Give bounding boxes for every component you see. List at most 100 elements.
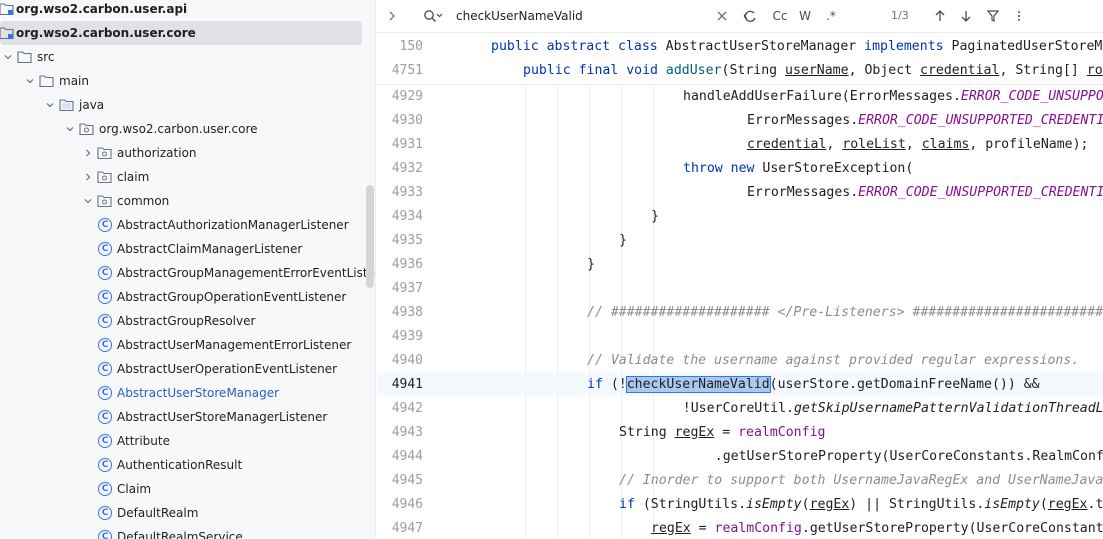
next-match-icon[interactable] (959, 7, 973, 25)
tree-item-class[interactable]: C AbstractUserManagementErrorListener (0, 333, 375, 357)
tree-item-package[interactable]: claim (0, 165, 375, 189)
line-number: 4936 (391, 256, 423, 272)
chevron-down-icon[interactable] (0, 49, 16, 65)
tree-item-class[interactable]: C AbstractGroupManagementErrorEventListen… (0, 261, 375, 285)
code-token: isEmpty (746, 496, 802, 512)
project-tree-panel: org.wso2.carbon.user.api org.wso2.carbon.… (0, 0, 376, 539)
chevron-down-icon[interactable] (22, 73, 38, 89)
tree-scrollbar[interactable] (366, 185, 374, 288)
class-icon: C (98, 530, 112, 539)
find-input[interactable] (456, 6, 706, 26)
code-token: // #################### </Pre-Listeners>… (587, 304, 1103, 320)
tree-item-class[interactable]: C DefaultRealmService (0, 525, 375, 539)
code-token: UserStoreException( (762, 160, 914, 176)
code-line[interactable]: 4944 .getUserStoreProperty(UserCoreConsta… (377, 444, 1103, 468)
tree-item-class[interactable]: C Claim (0, 477, 375, 501)
tree-item-label: AbstractGroupResolver (117, 314, 256, 328)
code-line[interactable]: 4933 ErrorMessages.ERROR_CODE_UNSUPPORTED… (377, 180, 1103, 204)
tree-item-label: AbstractUserStoreManagerListener (117, 410, 328, 424)
code-token: = (690, 520, 715, 536)
code-area[interactable]: 4929 handleAddUserFailure(ErrorMessages.E… (377, 85, 1103, 539)
tree-item-class[interactable]: C AbstractGroupOperationEventListener (0, 285, 375, 309)
tree-item-class[interactable]: C DefaultRealm (0, 501, 375, 525)
chevron-right-icon[interactable] (80, 145, 96, 161)
more-icon[interactable] (1013, 7, 1025, 25)
chevron-down-icon[interactable] (62, 121, 78, 137)
tree-item-label: java (79, 98, 105, 112)
code-token: roleList (842, 136, 906, 152)
code-token: ERROR_CODE_UNSUPPORTED_CREDENTI (858, 184, 1103, 200)
chevron-down-icon[interactable] (42, 97, 58, 113)
tree-item-class[interactable]: C AbstractUserOperationEventListener (0, 357, 375, 381)
tree-item-folder[interactable]: main (0, 69, 375, 93)
code-line[interactable]: 4932 throw new UserStoreException( (377, 156, 1103, 180)
code-token: isEmpty (984, 496, 1040, 512)
code-line[interactable]: 4938 // #################### </Pre-Listen… (377, 300, 1103, 324)
sticky-line[interactable]: 150 public abstract class AbstractUserSto… (377, 34, 1103, 58)
code-line[interactable]: 4935} (377, 228, 1103, 252)
line-number: 4947 (391, 520, 423, 536)
tree-item-label: src (37, 50, 55, 64)
chevron-down-icon[interactable] (80, 193, 96, 209)
code-token: ( (801, 496, 810, 512)
code-line[interactable]: 4945 // Inorder to support both UsernameJ… (377, 468, 1103, 492)
code-token: regEx (1047, 496, 1088, 512)
tree-item-module[interactable]: org.wso2.carbon.user.core (0, 21, 362, 45)
code-token: // Validate the username against provide… (587, 352, 1080, 368)
tree-item-package[interactable]: common (0, 189, 375, 213)
tree-item-class[interactable]: C Attribute (0, 429, 375, 453)
code-line[interactable]: 4937 (377, 276, 1103, 300)
code-line[interactable]: 4946 if (StringUtils.isEmpty(regEx) || St… (377, 492, 1103, 516)
code-token: realmConfig (714, 520, 802, 536)
code-line[interactable]: 4934} (377, 204, 1103, 228)
tree-item-class[interactable]: C AbstractGroupResolver (0, 309, 375, 333)
class-icon: C (98, 410, 112, 424)
class-icon: C (98, 242, 112, 256)
code-token: ErrorMessages. (747, 184, 859, 200)
search-history-icon[interactable] (422, 7, 444, 25)
code-line[interactable]: 4931 credential, roleList, claims, profil… (377, 132, 1103, 156)
code-line[interactable]: 4940 // Validate the username against pro… (377, 348, 1103, 372)
code-token: , String[] (999, 62, 1087, 78)
code-token: credential (747, 136, 827, 152)
regex-button[interactable]: .* (823, 7, 839, 25)
class-icon: C (98, 458, 112, 472)
code-line[interactable]: 4939 (377, 324, 1103, 348)
replace-toggle-icon[interactable] (741, 7, 759, 25)
tree-item-class[interactable]: C AbstractUserStoreManager (0, 381, 375, 405)
code-line[interactable]: 4941 if (!checkUserNameValid(userStore.ge… (377, 372, 1103, 396)
code-line[interactable]: 4930 ErrorMessages.ERROR_CODE_UNSUPPORTED… (377, 108, 1103, 132)
previous-match-icon[interactable] (933, 7, 947, 25)
find-bar: Cc W .* 1/3 (377, 0, 1103, 33)
tree-item-package[interactable]: org.wso2.carbon.user.core (0, 117, 375, 141)
tree-item-folder[interactable]: src (0, 45, 375, 69)
code-line[interactable]: 4942 !UserCoreUtil.getSkipUsernamePattern… (377, 396, 1103, 420)
module-icon (0, 25, 14, 41)
expand-chevron-icon[interactable] (385, 7, 399, 25)
chevron-right-icon[interactable] (80, 169, 96, 185)
whole-words-button[interactable]: W (797, 7, 813, 25)
code-line[interactable]: 4947 regEx = realmConfig.getUserStoreProp… (377, 516, 1103, 539)
tree-item-module[interactable]: org.wso2.carbon.user.api (0, 0, 375, 21)
code-token: if (587, 376, 611, 392)
line-number: 4929 (391, 88, 423, 104)
tree-item-class[interactable]: C AuthenticationResult (0, 453, 375, 477)
tree-item-label: common (117, 194, 170, 208)
line-number: 4941 (391, 376, 423, 392)
tree-item-class[interactable]: C AbstractAuthorizationManagerListener (0, 213, 375, 237)
code-line[interactable]: 4936} (377, 252, 1103, 276)
tree-item-label: org.wso2.carbon.user.core (16, 26, 196, 40)
tree-item-class[interactable]: C AbstractClaimManagerListener (0, 237, 375, 261)
match-case-button[interactable]: Cc (770, 7, 790, 25)
tree-item-source-folder[interactable]: java (0, 93, 375, 117)
sticky-header-lines: 150 public abstract class AbstractUserSto… (377, 34, 1103, 85)
tree-item-package[interactable]: authorization (0, 141, 375, 165)
code-line[interactable]: 4929 handleAddUserFailure(ErrorMessages.E… (377, 84, 1103, 108)
filter-icon[interactable] (986, 7, 1000, 25)
tree-item-class[interactable]: C AbstractUserStoreManagerListener (0, 405, 375, 429)
package-icon (78, 121, 94, 137)
code-line[interactable]: 4943 String regEx = realmConfig (377, 420, 1103, 444)
code-token: , Object (848, 62, 921, 78)
clear-icon[interactable] (715, 7, 729, 25)
sticky-line[interactable]: 4751 public final void addUser(String use… (377, 58, 1103, 82)
